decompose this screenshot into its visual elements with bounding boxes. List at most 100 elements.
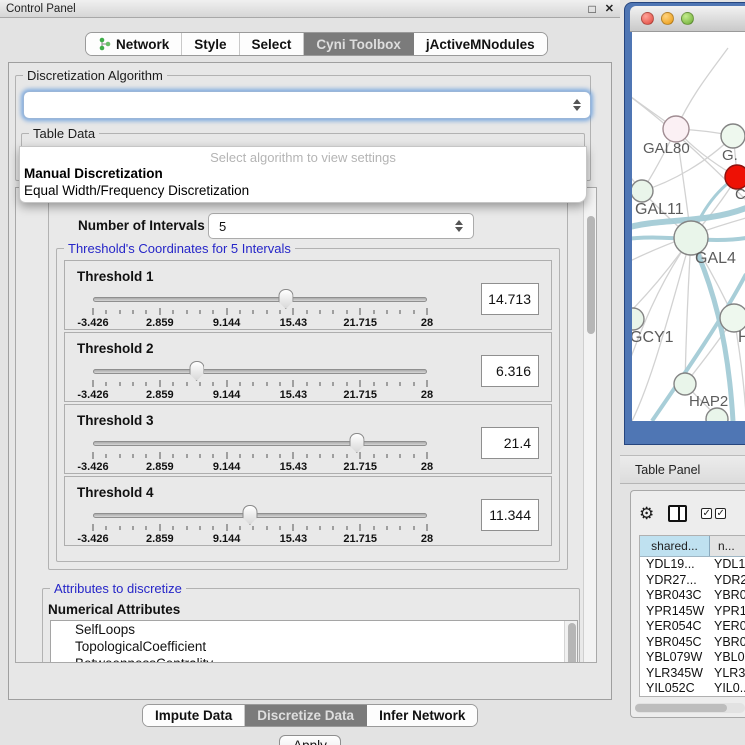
network-window-titlebar [630,6,745,32]
checkbox-checked-icon[interactable]: ✓ [715,508,726,519]
tab-discretize-data[interactable]: Discretize Data [245,705,367,726]
table-cell[interactable]: YBL079W [640,650,710,666]
node-attribute-table[interactable]: shared... n... YDL19... YDL1... YDR27...… [639,535,745,697]
table-cell[interactable]: YER0... [710,619,745,635]
mac-zoom-button-icon[interactable] [681,12,694,25]
scrollbar-thumb[interactable] [568,623,576,663]
table-row[interactable]: YBR043C YBR0... [640,588,745,604]
slider-track[interactable] [93,513,427,518]
slider-thumb[interactable] [278,289,293,309]
app-root: Control Panel □ ✕ Network Style Select C… [0,0,745,745]
table-data-group-title: Table Data [29,126,99,141]
table-cell[interactable]: YLR3... [710,666,745,682]
column-visibility-toggles: ✓ ✓ [701,508,726,519]
tab-impute-data[interactable]: Impute Data [143,705,245,726]
algorithm-combobox[interactable] [23,91,591,119]
checkbox-checked-icon[interactable]: ✓ [701,508,712,519]
mac-close-button-icon[interactable] [641,12,654,25]
algorithm-option-manual-discretization[interactable]: Manual Discretization [20,165,586,182]
slider-tick-labels: -3.4262.8599.14415.4321.71528 [93,317,427,329]
threshold-value-field[interactable]: 21.4 [481,427,539,459]
scrollbar-thumb[interactable] [635,704,727,712]
node-label: GAL4 [695,250,736,267]
table-row[interactable]: YIL052C YIL0... [640,681,745,697]
table-cell[interactable]: YPR1... [710,604,745,620]
table-cell[interactable]: YBR0... [710,635,745,651]
table-row[interactable]: YLR345W YLR3... [640,666,745,682]
threshold-slider[interactable]: -3.4262.8599.14415.4321.71528 [93,439,427,473]
table-cell[interactable]: YER054C [640,619,710,635]
tab-cyni-toolbox[interactable]: Cyni Toolbox [304,33,414,55]
table-row[interactable]: YDR27... YDR2... [640,573,745,589]
network-canvas[interactable]: GAL80 G. C GAL11 GAL4 GCY1 H HAP2 [632,32,745,421]
algorithm-dropdown-popup: Select algorithm to view settings Manual… [19,146,587,203]
threshold-slider[interactable]: -3.4262.8599.14415.4321.71528 [93,511,427,545]
threshold-value-field[interactable]: 6.316 [481,355,539,387]
numerical-attributes-list[interactable]: SelfLoops TopologicalCoefficient Between… [50,620,578,663]
slider-tick-labels: -3.4262.8599.14415.4321.71528 [93,533,427,545]
table-row[interactable]: YPR145W YPR1... [640,604,745,620]
threshold-slider[interactable]: -3.4262.8599.14415.4321.71528 [93,367,427,401]
table-cell[interactable]: YBR045C [640,635,710,651]
node-label: GAL80 [643,140,690,157]
table-cell[interactable]: YDR2... [710,573,745,589]
table-rows: YDL19... YDL1... YDR27... YDR2... YBR043… [640,557,745,697]
apply-button[interactable]: Apply [279,735,341,745]
tab-label: Style [194,37,226,52]
table-cell[interactable]: YBR0... [710,588,745,604]
combo-spinner-icon [455,219,464,233]
list-item[interactable]: TopologicalCoefficient [51,638,577,655]
threshold-value-field[interactable]: 14.713 [481,283,539,315]
tab-select[interactable]: Select [240,33,305,55]
attributes-scrollbar[interactable] [564,621,577,663]
slider-thumb[interactable] [349,433,364,453]
combo-spinner-icon [573,98,582,112]
table-horizontal-scrollbar[interactable] [635,703,745,713]
slider-track[interactable] [93,369,427,374]
table-cell[interactable]: YDL19... [640,557,710,573]
list-item[interactable]: SelfLoops [51,621,577,638]
split-columns-icon[interactable] [668,505,687,522]
threshold-label: Threshold 4 [77,485,154,500]
table-cell[interactable]: YBR043C [640,588,710,604]
column-header-name[interactable]: n... [710,536,745,556]
threshold-value-field[interactable]: 11.344 [481,499,539,531]
scrollbar-thumb[interactable] [587,216,595,334]
table-row[interactable]: YBL079W YBL0... [640,650,745,666]
table-cell[interactable]: YIL0... [710,681,745,697]
algorithm-popup-hint: Select algorithm to view settings [20,147,586,165]
slider-track[interactable] [93,297,427,302]
table-cell[interactable]: YDR27... [640,573,710,589]
float-window-icon[interactable]: □ [589,2,596,16]
number-of-intervals-combobox[interactable]: 5 [208,213,474,239]
gear-icon[interactable]: ⚙ [639,505,654,522]
table-cell[interactable]: YIL052C [640,681,710,697]
algorithm-option-equal-width-frequency[interactable]: Equal Width/Frequency Discretization [20,182,586,199]
control-panel-titlebar: Control Panel □ ✕ [0,0,620,18]
mac-minimize-button-icon[interactable] [661,12,674,25]
tab-network[interactable]: Network [86,33,182,55]
table-cell[interactable]: YLR345W [640,666,710,682]
threshold-panel: Threshold 3 -3.4262.8599.14415.4321.7152… [64,404,552,474]
close-icon[interactable]: ✕ [605,2,614,15]
table-row[interactable]: YBR045C YBR0... [640,635,745,651]
threshold-slider[interactable]: -3.4262.8599.14415.4321.71528 [93,295,427,329]
slider-thumb[interactable] [189,361,204,381]
table-panel-toolbar: ⚙ ✓ ✓ [639,499,745,527]
table-cell[interactable]: YPR145W [640,604,710,620]
table-row[interactable]: YER054C YER0... [640,619,745,635]
tab-label: Infer Network [379,708,465,723]
slider-track[interactable] [93,441,427,446]
table-cell[interactable]: YDL1... [710,557,745,573]
table-row[interactable]: YDL19... YDL1... [640,557,745,573]
column-header-shared-name[interactable]: shared... [640,536,710,556]
tab-style[interactable]: Style [182,33,239,55]
tab-infer-network[interactable]: Infer Network [367,705,477,726]
tab-jactivemnodules[interactable]: jActiveMNodules [414,33,547,55]
list-item[interactable]: BetweennessCentrality [51,655,577,663]
node-label: G. [722,147,738,164]
node-green-a [721,124,745,148]
table-cell[interactable]: YBL0... [710,650,745,666]
settings-scrollbar[interactable] [583,188,596,662]
slider-thumb[interactable] [242,505,257,525]
